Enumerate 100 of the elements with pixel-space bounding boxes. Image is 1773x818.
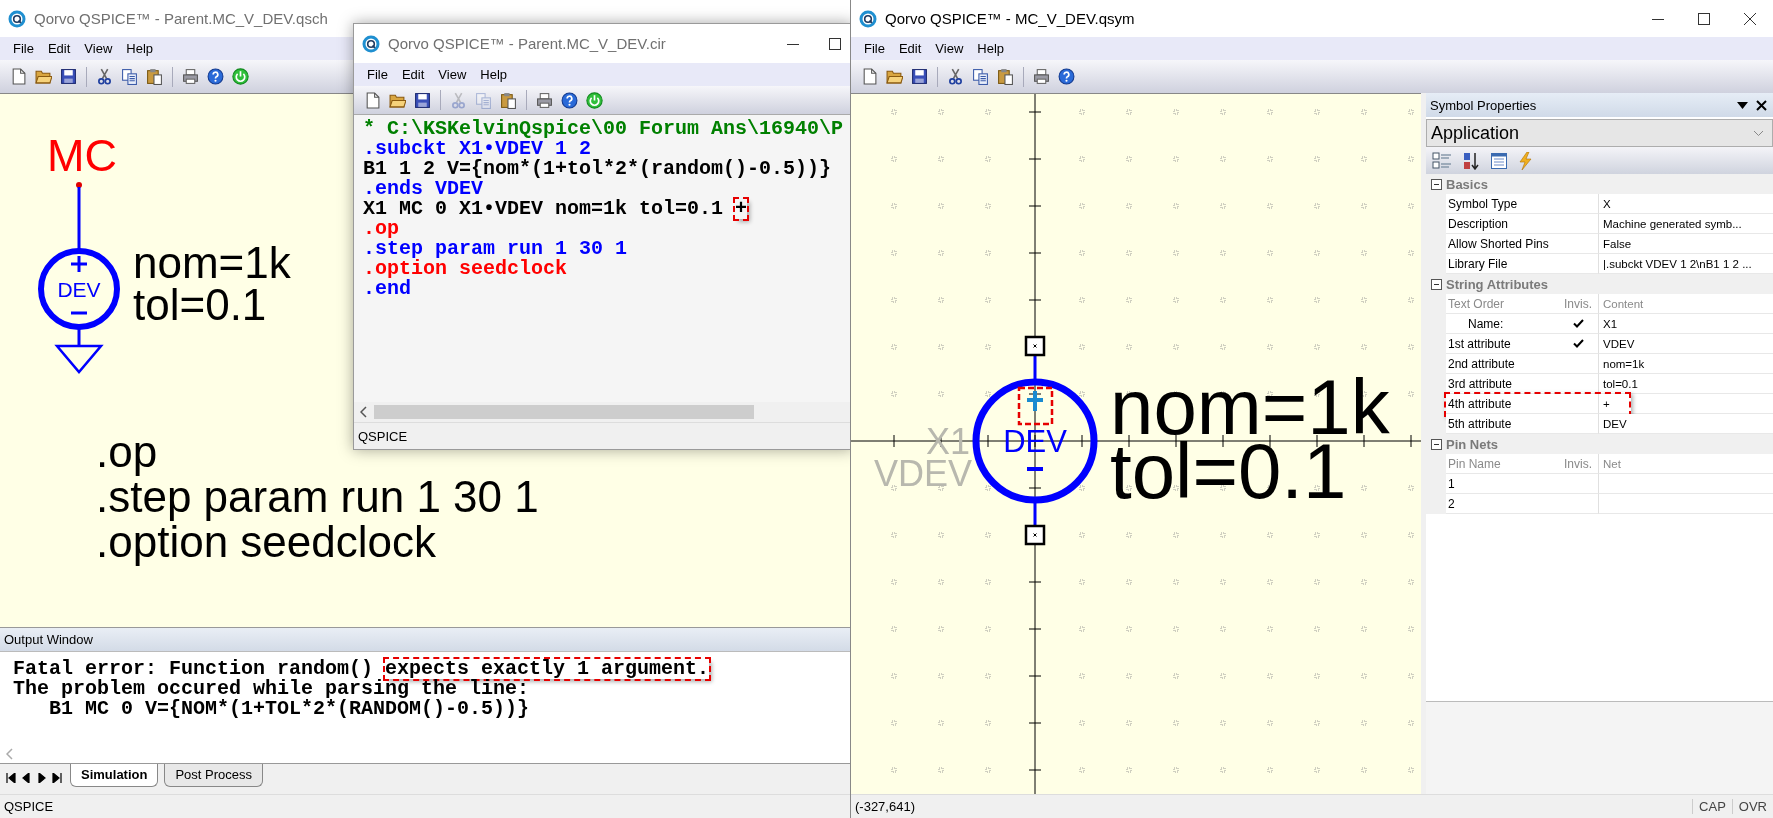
menu-item[interactable]: Edit bbox=[40, 41, 78, 56]
menu-item[interactable]: File bbox=[6, 41, 41, 56]
net-label: MC bbox=[47, 130, 117, 181]
property-value[interactable]: nom=1k bbox=[1598, 354, 1773, 374]
directive-text: .op bbox=[96, 427, 158, 476]
pin-icon[interactable] bbox=[1024, 335, 1046, 357]
copy-icon[interactable] bbox=[972, 68, 989, 85]
scrollbar-thumb[interactable] bbox=[374, 405, 754, 419]
property-value[interactable]: VDEV bbox=[1598, 334, 1773, 354]
invisible-toggle[interactable] bbox=[1558, 334, 1598, 354]
error-text: Fatal error: Function random() bbox=[13, 659, 374, 679]
property-value[interactable]: tol=0.1 bbox=[1598, 374, 1773, 394]
property-name[interactable]: 2 bbox=[1446, 494, 1558, 514]
plus-sign-icon bbox=[1025, 389, 1045, 413]
sort-icon[interactable] bbox=[1462, 151, 1480, 170]
property-value[interactable]: X1 bbox=[1598, 314, 1773, 334]
new-document-icon[interactable] bbox=[364, 91, 381, 109]
help-icon[interactable] bbox=[561, 91, 578, 109]
property-value[interactable]: DEV bbox=[1598, 414, 1773, 434]
collapse-icon[interactable] bbox=[1430, 278, 1442, 290]
property-value[interactable]: False bbox=[1598, 234, 1773, 254]
tab-navigation-icon[interactable] bbox=[6, 773, 64, 783]
property-value[interactable]: + bbox=[1598, 394, 1773, 414]
menu-item[interactable]: View bbox=[431, 67, 474, 82]
collapse-icon[interactable] bbox=[1430, 438, 1442, 450]
chevron-down-icon[interactable] bbox=[1753, 129, 1764, 137]
app-logo-icon bbox=[859, 9, 877, 28]
invisible-toggle[interactable] bbox=[1558, 494, 1598, 514]
menu-item[interactable]: View bbox=[77, 41, 120, 56]
symbol-label: DEV bbox=[1003, 424, 1067, 459]
menu-item[interactable]: File bbox=[857, 41, 892, 56]
property-value[interactable]: Machine generated symb... bbox=[1598, 214, 1773, 234]
property-value[interactable]: |.subckt VDEV 1 2\nB1 1 2 ... bbox=[1598, 254, 1773, 274]
menu-item[interactable]: Help bbox=[119, 41, 161, 56]
invisible-toggle[interactable] bbox=[1558, 394, 1598, 414]
help-icon[interactable] bbox=[1058, 68, 1075, 85]
scroll-left-icon[interactable] bbox=[360, 406, 368, 418]
menu-item[interactable]: File bbox=[360, 67, 395, 82]
folder-icon[interactable] bbox=[35, 68, 52, 85]
property-value[interactable]: X bbox=[1598, 194, 1773, 214]
property-name[interactable]: Library File bbox=[1446, 254, 1598, 274]
status-indicator: OVR bbox=[1731, 799, 1773, 814]
invisible-toggle[interactable] bbox=[1558, 414, 1598, 434]
status-indicator: CAP bbox=[1692, 799, 1732, 814]
dropdown-triangle-icon[interactable] bbox=[1737, 101, 1748, 109]
menu-item[interactable]: Edit bbox=[394, 67, 432, 82]
property-name[interactable]: 1 bbox=[1446, 474, 1558, 494]
folder-icon[interactable] bbox=[886, 68, 903, 85]
property-name[interactable]: 2nd attribute bbox=[1446, 354, 1558, 374]
new-document-icon[interactable] bbox=[861, 68, 878, 85]
netlist-line: X1 MC 0 X1•VDEV nom=1k tol=0.1 bbox=[363, 199, 725, 219]
maximize-icon[interactable] bbox=[1698, 12, 1710, 25]
property-name[interactable]: Description bbox=[1446, 214, 1598, 234]
invisible-toggle[interactable] bbox=[1558, 314, 1598, 334]
property-name[interactable]: 5th attribute bbox=[1446, 414, 1558, 434]
close-icon[interactable] bbox=[1756, 99, 1767, 111]
clipboard-icon[interactable] bbox=[146, 68, 163, 85]
pin-icon[interactable] bbox=[1024, 524, 1046, 546]
property-name[interactable]: 3rd attribute bbox=[1446, 374, 1558, 394]
menu-item[interactable]: Edit bbox=[891, 41, 929, 56]
netlist-line: .option seedclock bbox=[363, 259, 568, 279]
clipboard-icon[interactable] bbox=[500, 91, 517, 109]
printer-icon[interactable] bbox=[536, 91, 553, 109]
property-name[interactable]: 1st attribute bbox=[1446, 334, 1558, 354]
printer-icon[interactable] bbox=[1033, 68, 1050, 85]
property-name[interactable]: Allow Shorted Pins bbox=[1446, 234, 1598, 254]
property-name[interactable]: Symbol Type bbox=[1446, 194, 1598, 214]
invisible-toggle[interactable] bbox=[1558, 474, 1598, 494]
netlist-line: B1 1 2 V={nom*(1+tol*2*(random()-0.5))} bbox=[363, 159, 832, 179]
power-icon[interactable] bbox=[586, 91, 603, 109]
close-icon[interactable] bbox=[1744, 12, 1756, 25]
column-header: Text Order bbox=[1446, 294, 1558, 314]
bottom-tab[interactable]: Post Process bbox=[164, 764, 264, 787]
bottom-tab[interactable]: Simulation bbox=[70, 764, 159, 787]
scissors-icon[interactable] bbox=[947, 68, 964, 85]
maximize-icon[interactable] bbox=[829, 37, 841, 50]
menu-item[interactable]: View bbox=[928, 41, 971, 56]
app-logo-icon bbox=[362, 34, 380, 53]
menu-item[interactable]: Help bbox=[970, 41, 1012, 56]
property-name[interactable]: 4th attribute bbox=[1446, 394, 1558, 414]
column-header: Invis. bbox=[1558, 454, 1598, 474]
clipboard-icon[interactable] bbox=[997, 68, 1014, 85]
property-name[interactable]: Name: bbox=[1446, 314, 1558, 334]
netlist-line: .step param run 1 30 1 bbox=[363, 239, 628, 259]
collapse-icon[interactable] bbox=[1430, 178, 1442, 190]
new-document-icon[interactable] bbox=[10, 68, 27, 85]
panel-title: Output Window bbox=[4, 632, 93, 647]
window-title: Qorvo QSPICE™ - Parent.MC_V_DEV.cir bbox=[388, 35, 666, 52]
invisible-toggle[interactable] bbox=[1558, 354, 1598, 374]
menu-item[interactable]: Help bbox=[473, 67, 515, 82]
copy-icon[interactable] bbox=[121, 68, 138, 85]
section-header: Pin Nets bbox=[1446, 436, 1498, 452]
invisible-toggle[interactable] bbox=[1558, 374, 1598, 394]
property-pages-icon[interactable] bbox=[1490, 151, 1508, 170]
printer-icon[interactable] bbox=[182, 68, 199, 85]
categorized-view-icon[interactable] bbox=[1432, 151, 1452, 170]
power-icon[interactable] bbox=[232, 68, 249, 85]
help-icon[interactable] bbox=[207, 68, 224, 85]
object-dropdown[interactable]: Application bbox=[1426, 119, 1773, 147]
scissors-icon[interactable] bbox=[96, 68, 113, 85]
